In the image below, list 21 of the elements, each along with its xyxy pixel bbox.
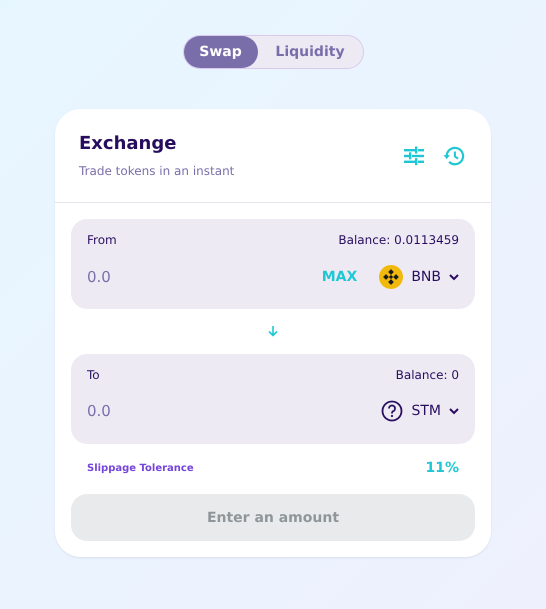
question-icon [381, 400, 404, 422]
panel-label: To [87, 368, 100, 382]
coin-icon [379, 265, 404, 289]
settings-icon[interactable] [403, 146, 425, 166]
balance-text: Balance: 0.0113459 [338, 233, 459, 247]
panel-label: From [87, 233, 117, 247]
chevron-down-icon [449, 274, 459, 280]
slippage-value: 11% [425, 460, 459, 476]
history-icon[interactable] [443, 146, 465, 166]
balance-text: Balance: 0 [396, 368, 459, 382]
card-subtitle: Trade tokens in an instant [79, 164, 234, 178]
slippage-label: Slippage Tolerance [87, 462, 194, 474]
tab[interactable]: Swap [184, 36, 258, 68]
arrow-down-icon[interactable] [267, 325, 279, 337]
chevron-down-icon [449, 408, 459, 414]
token-selector[interactable]: STM [381, 400, 459, 422]
amount-input[interactable]: 0.0 [87, 268, 316, 286]
token-selector[interactable]: BNB [379, 265, 459, 289]
amount-input[interactable]: 0.0 [87, 402, 382, 420]
card-title: Exchange [79, 133, 178, 154]
tab[interactable]: Liquidity [258, 36, 362, 68]
